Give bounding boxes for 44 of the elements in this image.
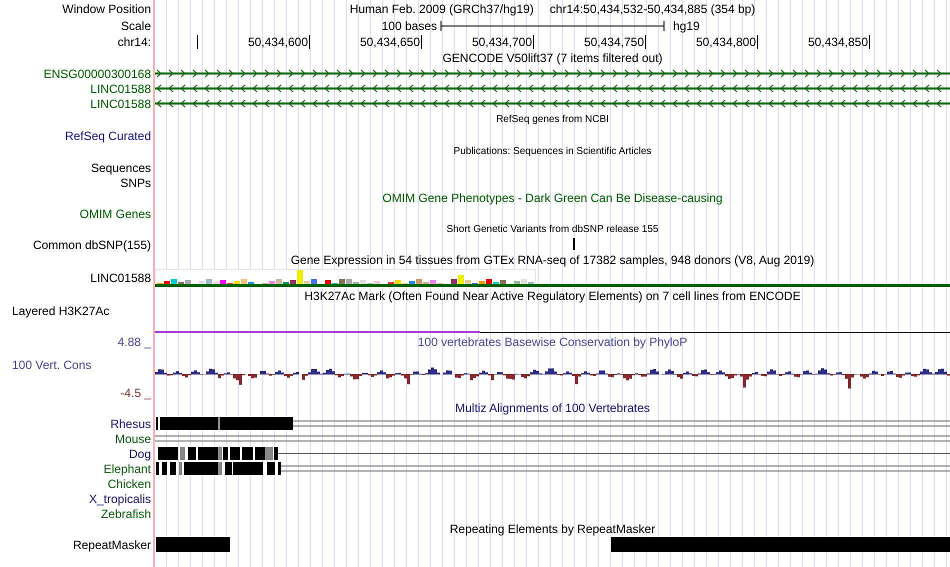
track-label[interactable]: LINC01588	[90, 272, 151, 284]
species-label[interactable]: Chicken	[108, 478, 151, 490]
track-title: H3K27Ac Mark (Often Found Near Active Regulatory Elements) on 7 cell lines from ENCODE	[304, 290, 801, 302]
track-label[interactable]: 4.88 _	[118, 336, 151, 348]
ruler-label: 50,434,600	[248, 36, 308, 48]
track-title: Repeating Elements by RepeatMasker	[450, 523, 656, 535]
track-label[interactable]: Layered H3K27Ac	[12, 305, 110, 317]
species-label[interactable]: Zebrafish	[100, 508, 151, 520]
track-label[interactable]: -4.5 _	[120, 387, 151, 399]
gene-label[interactable]: ENSG00000300168	[44, 68, 151, 80]
species-label[interactable]: X_tropicalis	[88, 492, 151, 504]
species-label[interactable]: Rhesus	[110, 418, 151, 430]
assembly-title: Human Feb. 2009 (GRCh37/hg19)	[350, 3, 534, 15]
track-title: Multiz Alignments of 100 Vertebrates	[455, 402, 650, 414]
ruler-label: 50,434,850	[808, 36, 868, 48]
track-label[interactable]: Sequences	[90, 162, 151, 174]
species-label[interactable]: Elephant	[104, 462, 151, 474]
track-title: 100 vertebrates Basewise Conservation by PhyloP	[418, 336, 688, 348]
species-label[interactable]: Dog	[128, 448, 151, 460]
track-title: RefSeq genes from NCBI	[496, 115, 609, 125]
track-title: Publications: Sequences in Scientific Articles	[454, 147, 652, 157]
track-label[interactable]: OMIM Genes	[80, 208, 151, 220]
gene-label[interactable]: LINC01588	[90, 98, 151, 110]
position-text: chr14:50,434,532-50,434,885 (354 bp)	[550, 3, 756, 15]
ruler-label: 50,434,750	[584, 36, 644, 48]
row-label: Window Position	[62, 3, 151, 15]
track-title: GENCODE V50lift37 (7 items filtered out)	[442, 52, 663, 64]
scale-text: 100 bases	[382, 20, 438, 32]
track-title: OMIM Gene Phenotypes - Dark Green Can Be Disease-causing	[382, 192, 723, 204]
row-label: Scale	[120, 20, 151, 32]
ruler-label: 50,434,650	[360, 36, 420, 48]
species-label[interactable]: Mouse	[114, 432, 151, 444]
ruler-label: 50,434,800	[696, 36, 756, 48]
gene-label[interactable]: LINC01588	[90, 82, 151, 94]
row-label: chr14:	[118, 36, 151, 48]
track-title: Short Genetic Variants from dbSNP release 155	[446, 225, 658, 235]
track-label[interactable]: SNPs	[120, 176, 151, 188]
assembly-text: hg19	[672, 20, 701, 32]
track-label[interactable]: RepeatMasker	[72, 539, 151, 551]
track-label[interactable]: 100 Vert. Cons	[12, 358, 92, 372]
track-label[interactable]: RefSeq Curated	[64, 130, 151, 142]
ruler-label: 50,434,700	[472, 36, 532, 48]
track-label[interactable]: Common dbSNP(155)	[32, 239, 151, 251]
track-title: Gene Expression in 54 tissues from GTEx RNA-seq of 17382 samples, 948 donors (V8, Aug 2019)	[290, 254, 814, 266]
